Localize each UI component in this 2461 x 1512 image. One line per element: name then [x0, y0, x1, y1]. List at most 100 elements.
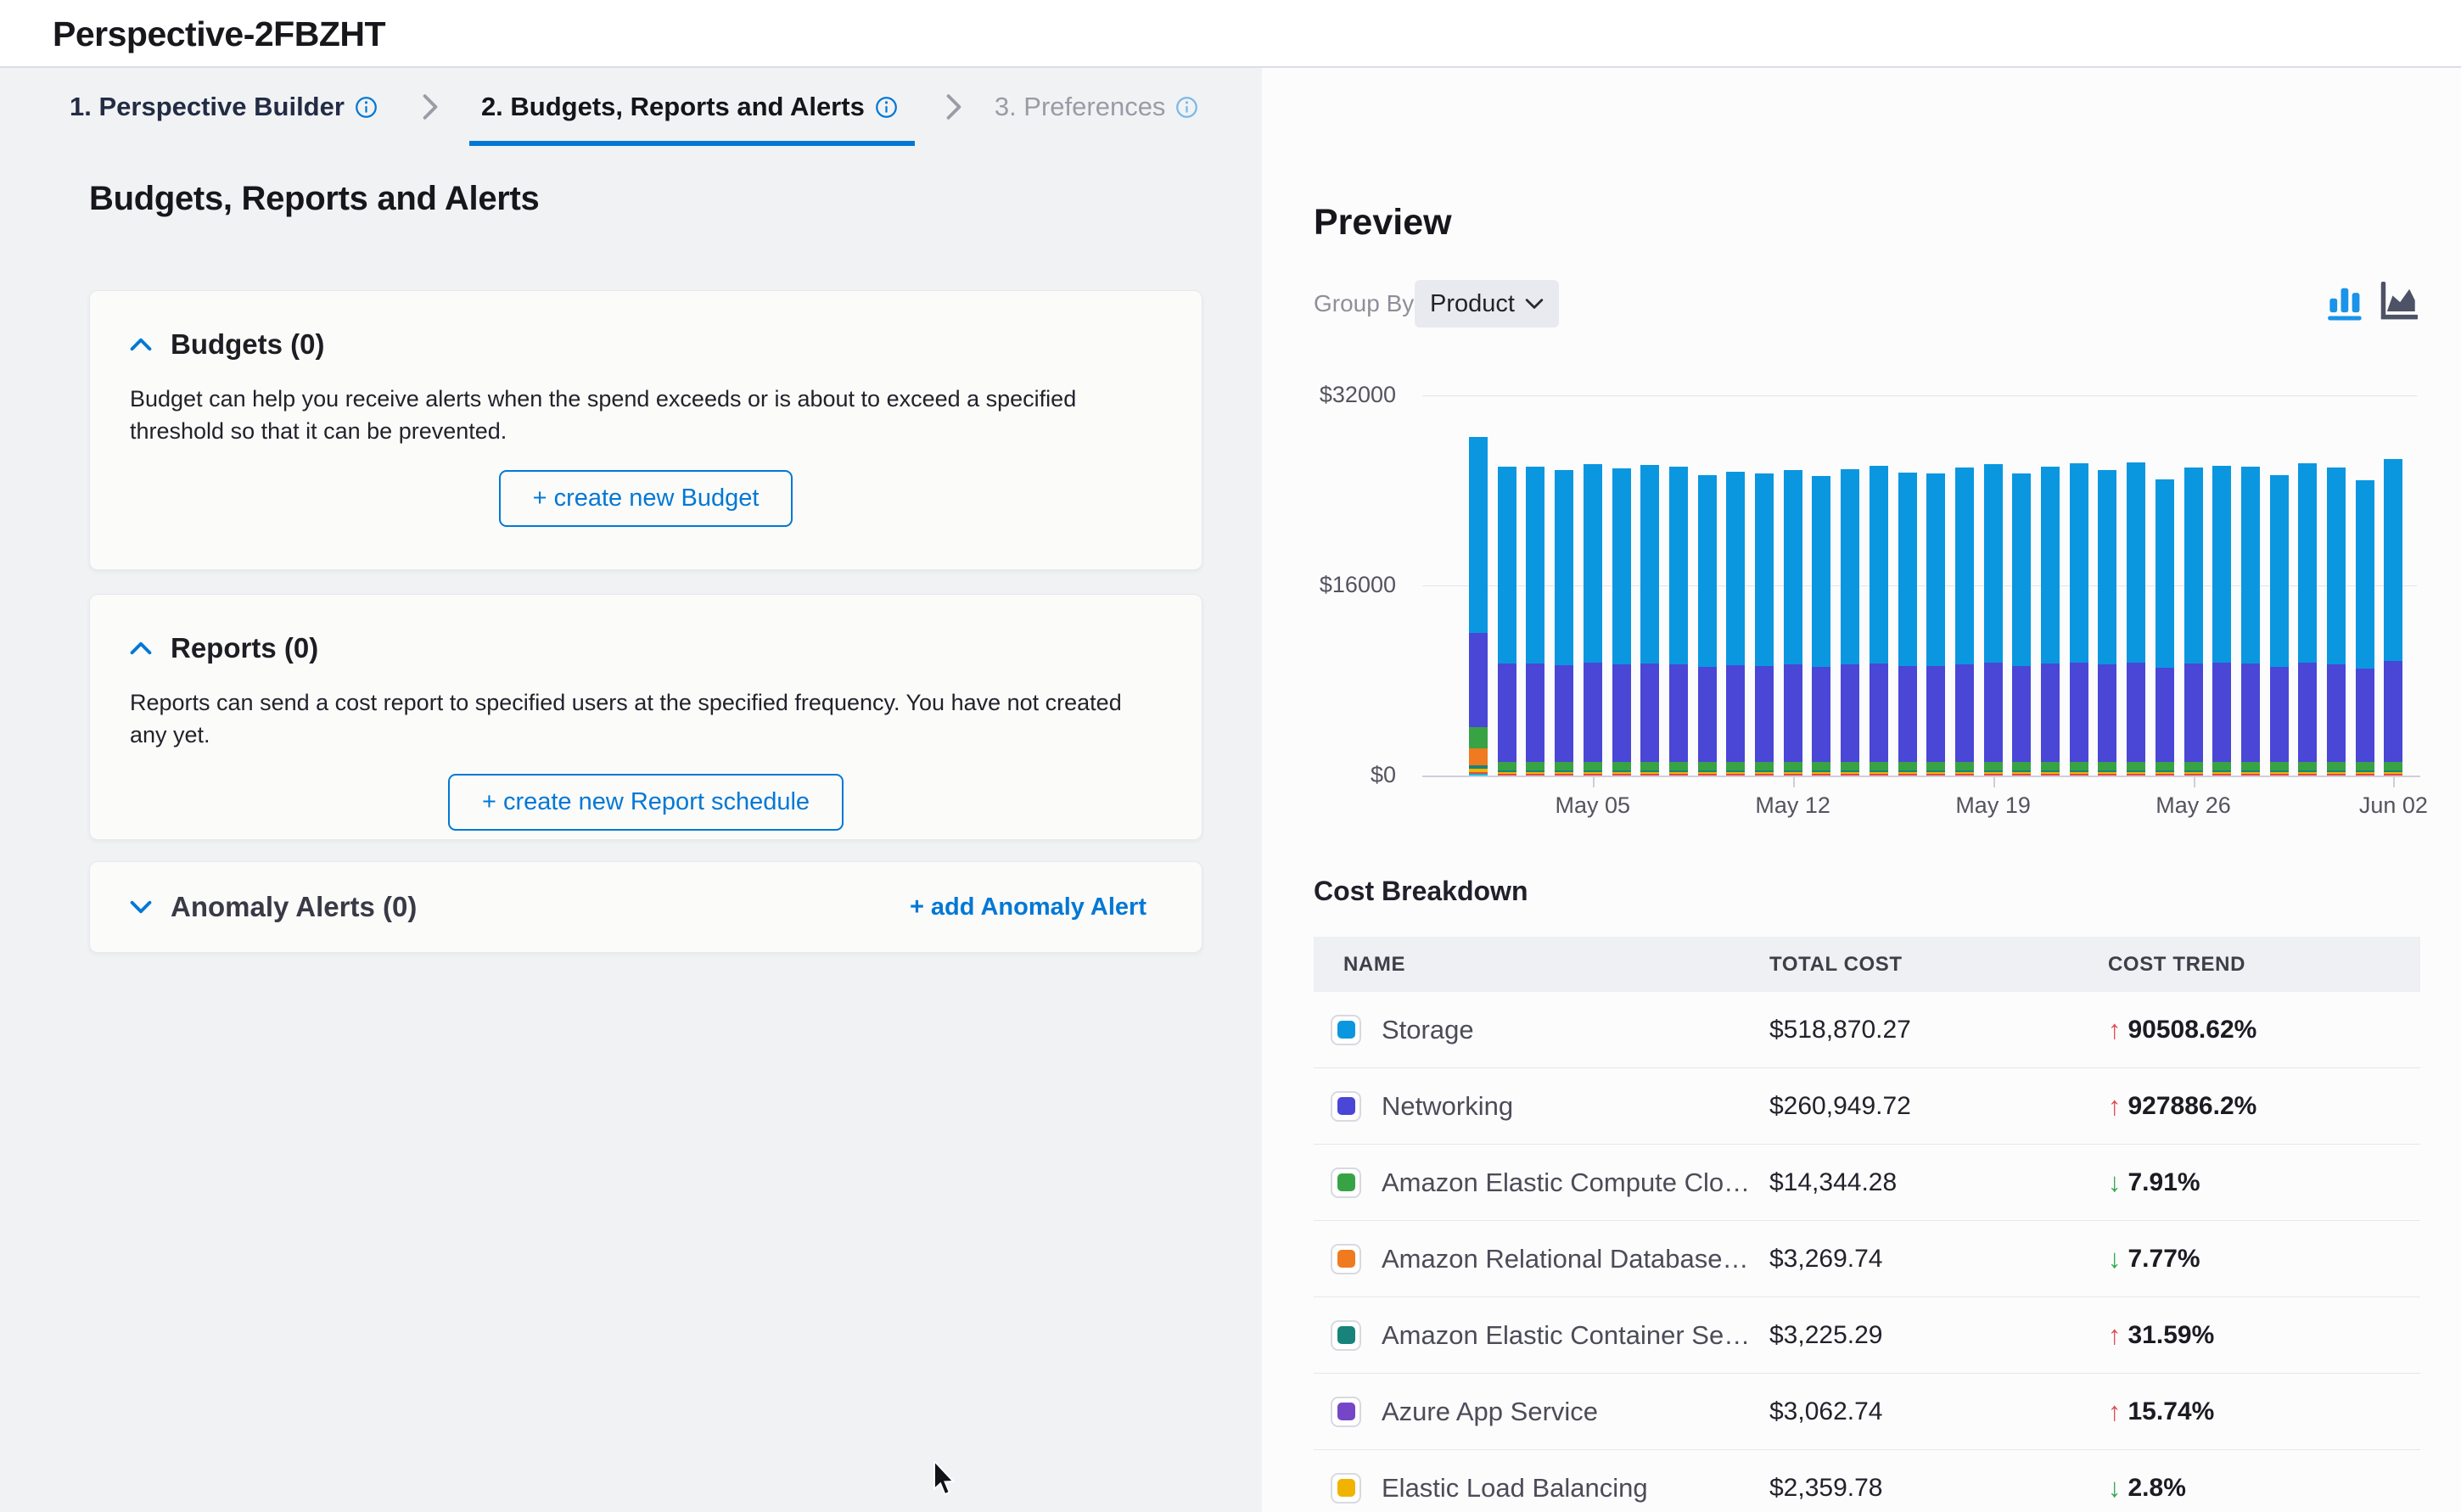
bar-segment	[1612, 774, 1631, 776]
chart-bar[interactable]	[1640, 465, 1659, 776]
table-row[interactable]: Networking$260,949.72↑927886.2%	[1314, 1068, 2420, 1145]
legend-color-icon	[1331, 1091, 1361, 1122]
bar-segment	[2012, 762, 2031, 770]
trend-up-icon: ↑	[2108, 1397, 2122, 1427]
table-row[interactable]: Amazon Elastic Compute Clo…$14,344.28↓7.…	[1314, 1145, 2420, 1221]
chart-bar[interactable]	[1555, 470, 1573, 776]
bar-segment	[1755, 774, 1774, 776]
chart-bar[interactable]	[2184, 468, 2203, 776]
tab-preferences[interactable]: 3. Preferences	[993, 87, 1213, 146]
chart-bar[interactable]	[1669, 467, 1688, 776]
tab-budgets-reports-alerts[interactable]: 2. Budgets, Reports and Alerts	[469, 87, 915, 146]
preview-panel: Preview Group By Product $32000 $16	[1262, 68, 2461, 1512]
x-axis-tick-label: May 05	[1508, 792, 1678, 819]
bar-segment	[1669, 467, 1688, 664]
chart-bar[interactable]	[1498, 467, 1516, 776]
chart-bar[interactable]	[2098, 470, 2116, 776]
chart-bar[interactable]	[2041, 467, 2060, 776]
bar-segment	[1669, 774, 1688, 776]
create-budget-button[interactable]: + create new Budget	[499, 470, 793, 527]
chart-bar[interactable]	[2127, 462, 2145, 776]
chart-bar[interactable]	[1726, 472, 1745, 776]
bar-segment	[2241, 664, 2260, 762]
trend-up-icon: ↑	[2108, 1015, 2122, 1045]
chart-bar[interactable]	[1584, 464, 1602, 776]
chart-bar[interactable]	[2270, 475, 2289, 776]
chart-bar[interactable]	[1870, 466, 1888, 776]
chart-bar[interactable]	[2155, 479, 2174, 776]
bar-segment	[1841, 469, 1859, 665]
bar-segment	[2212, 762, 2231, 770]
bar-segment	[1469, 437, 1488, 633]
bar-segment	[1469, 633, 1488, 727]
chart-bar[interactable]	[1698, 475, 1717, 776]
chevron-up-icon[interactable]	[130, 641, 152, 656]
bar-segment	[1784, 664, 1802, 762]
bar-segment	[2041, 664, 2060, 762]
bar-segment	[2070, 663, 2088, 763]
chevron-down-icon[interactable]	[130, 899, 152, 915]
row-name-cell: Storage	[1314, 1015, 1769, 1045]
trend-percent: 7.77%	[2128, 1245, 2200, 1274]
add-anomaly-alert-link[interactable]: + add Anomaly Alert	[910, 893, 1146, 921]
x-axis-tick-label: May 12	[1708, 792, 1878, 819]
bar-segment	[2098, 470, 2116, 664]
chart-bar[interactable]	[1526, 467, 1544, 776]
y-axis-tick: $0	[1262, 762, 1396, 788]
chevron-up-icon[interactable]	[130, 337, 152, 352]
cost-breakdown-table: NAME TOTAL COST COST TREND Storage$518,8…	[1314, 937, 2420, 1512]
table-row[interactable]: Elastic Load Balancing$2,359.78↓2.8%	[1314, 1450, 2420, 1512]
chart-bar[interactable]	[1469, 437, 1488, 776]
chart-bar[interactable]	[2070, 463, 2088, 776]
bar-chart-icon[interactable]	[2328, 282, 2363, 321]
chart-bar[interactable]	[2356, 480, 2374, 776]
trend-down-icon: ↓	[2108, 1168, 2122, 1198]
trend-percent: 927886.2%	[2128, 1092, 2257, 1121]
bar-segment	[2327, 664, 2346, 763]
create-report-schedule-button[interactable]: + create new Report schedule	[448, 774, 844, 831]
area-chart-icon[interactable]	[2379, 282, 2418, 321]
bar-segment	[2384, 661, 2402, 762]
table-row[interactable]: Azure App Service$3,062.74↑15.74%	[1314, 1374, 2420, 1450]
row-cost-trend: ↓2.8%	[2108, 1473, 2420, 1504]
bar-segment	[2212, 466, 2231, 664]
info-icon	[875, 96, 898, 119]
row-total-cost: $518,870.27	[1769, 1016, 2108, 1044]
bar-segment	[1898, 666, 1917, 762]
chart-bar[interactable]	[2384, 459, 2402, 776]
bar-segment	[1526, 762, 1544, 770]
trend-percent: 31.59%	[2128, 1321, 2215, 1350]
table-header-row: NAME TOTAL COST COST TREND	[1314, 937, 2420, 992]
bar-segment	[1498, 762, 1516, 770]
table-row[interactable]: Storage$518,870.27↑90508.62%	[1314, 992, 2420, 1068]
chart-bar[interactable]	[2327, 468, 2346, 776]
bar-segment	[2041, 467, 2060, 664]
chart-bar[interactable]	[1612, 468, 1631, 776]
bar-segment	[1812, 476, 1830, 667]
row-cost-trend: ↑90508.62%	[2108, 1015, 2420, 1045]
chart-bar[interactable]	[1898, 473, 1917, 776]
chart-bar[interactable]	[1755, 473, 1774, 776]
chart-bar[interactable]	[1841, 469, 1859, 776]
group-by-dropdown[interactable]: Product	[1415, 280, 1559, 328]
chart-bar[interactable]	[2212, 466, 2231, 776]
chart-bar[interactable]	[1784, 470, 1802, 776]
bar-segment	[1526, 467, 1544, 664]
row-cost-trend: ↓7.91%	[2108, 1168, 2420, 1198]
chart-bar[interactable]	[1812, 476, 1830, 776]
chart-bar[interactable]	[1984, 464, 2003, 776]
bar-segment	[1669, 664, 1688, 763]
tab-perspective-builder[interactable]: 1. Perspective Builder	[68, 87, 391, 146]
chart-bar[interactable]	[2298, 463, 2317, 776]
row-total-cost: $260,949.72	[1769, 1092, 2108, 1121]
chart-bar[interactable]	[1926, 473, 1945, 776]
row-name: Amazon Elastic Compute Clo…	[1382, 1168, 1750, 1198]
chart-bar[interactable]	[2241, 467, 2260, 776]
section-heading: Budgets, Reports and Alerts	[89, 180, 540, 218]
row-name: Elastic Load Balancing	[1382, 1473, 1648, 1504]
table-row[interactable]: Amazon Elastic Container Se…$3,225.29↑31…	[1314, 1297, 2420, 1374]
table-row[interactable]: Amazon Relational Database…$3,269.74↓7.7…	[1314, 1221, 2420, 1297]
chart-bar[interactable]	[1955, 468, 1974, 776]
bar-segment	[1870, 664, 1888, 762]
chart-bar[interactable]	[2012, 473, 2031, 776]
